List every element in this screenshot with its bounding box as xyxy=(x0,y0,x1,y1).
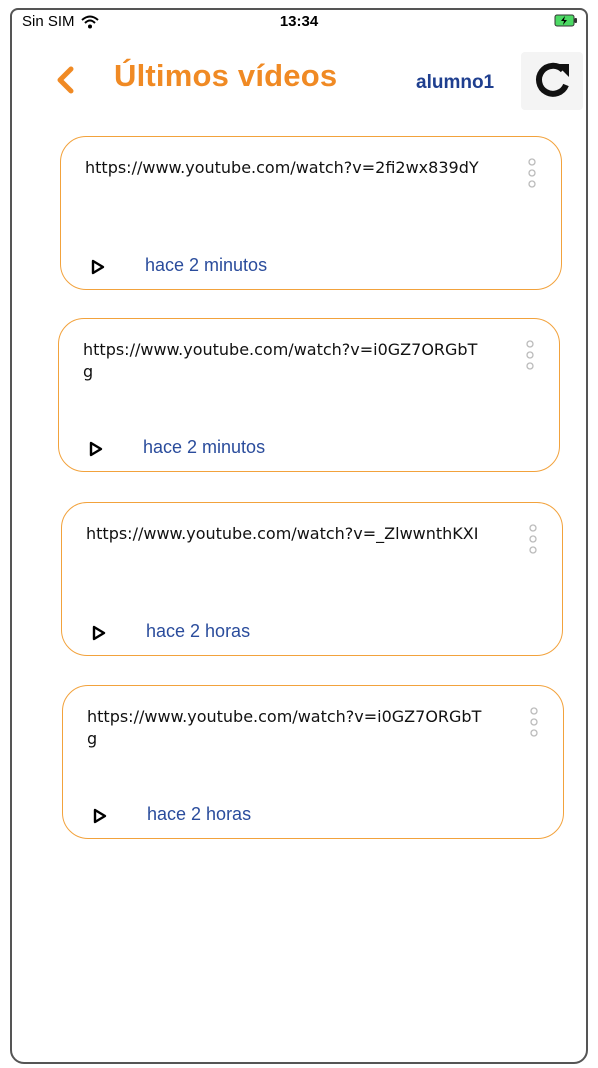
refresh-button[interactable] xyxy=(521,52,583,110)
play-icon[interactable] xyxy=(91,259,105,275)
play-icon[interactable] xyxy=(93,808,107,824)
video-card[interactable]: https://www.youtube.com/watch?v=i0GZ7ORG… xyxy=(62,685,564,839)
more-vertical-icon[interactable] xyxy=(528,523,538,555)
video-card[interactable]: https://www.youtube.com/watch?v=i0GZ7ORG… xyxy=(58,318,560,472)
page-title: Últimos vídeos xyxy=(114,58,338,93)
time-label: hace 2 minutos xyxy=(143,437,266,457)
refresh-icon xyxy=(536,62,569,97)
chevron-left-icon[interactable] xyxy=(54,64,76,96)
time-label: hace 2 horas xyxy=(147,804,252,824)
time-label: hace 2 horas xyxy=(146,621,251,641)
status-bar: Sin SIM 13:34 xyxy=(12,10,586,34)
video-url[interactable]: https://www.youtube.com/watch?v=_Zlwwnth… xyxy=(86,523,486,545)
video-url[interactable]: https://www.youtube.com/watch?v=i0GZ7ORG… xyxy=(83,339,483,383)
video-url[interactable]: https://www.youtube.com/watch?v=i0GZ7ORG… xyxy=(87,706,487,750)
user-label: alumno1 xyxy=(416,72,495,93)
phone-screen: Sin SIM 13:34 Últimos vídeos alumno1 htt… xyxy=(10,8,588,1064)
video-card[interactable]: https://www.youtube.com/watch?v=_Zlwwnth… xyxy=(61,502,563,656)
play-icon[interactable] xyxy=(92,625,106,641)
more-vertical-icon[interactable] xyxy=(525,339,535,371)
play-icon[interactable] xyxy=(89,441,103,457)
video-url[interactable]: https://www.youtube.com/watch?v=2fi2wx83… xyxy=(85,157,485,179)
status-time: 13:34 xyxy=(279,13,319,30)
more-vertical-icon[interactable] xyxy=(527,157,537,189)
more-vertical-icon[interactable] xyxy=(529,706,539,738)
time-label: hace 2 minutos xyxy=(145,255,268,275)
video-card[interactable]: https://www.youtube.com/watch?v=2fi2wx83… xyxy=(60,136,562,290)
battery-charging-icon xyxy=(554,14,577,27)
header: Últimos vídeos alumno1 xyxy=(12,50,586,110)
